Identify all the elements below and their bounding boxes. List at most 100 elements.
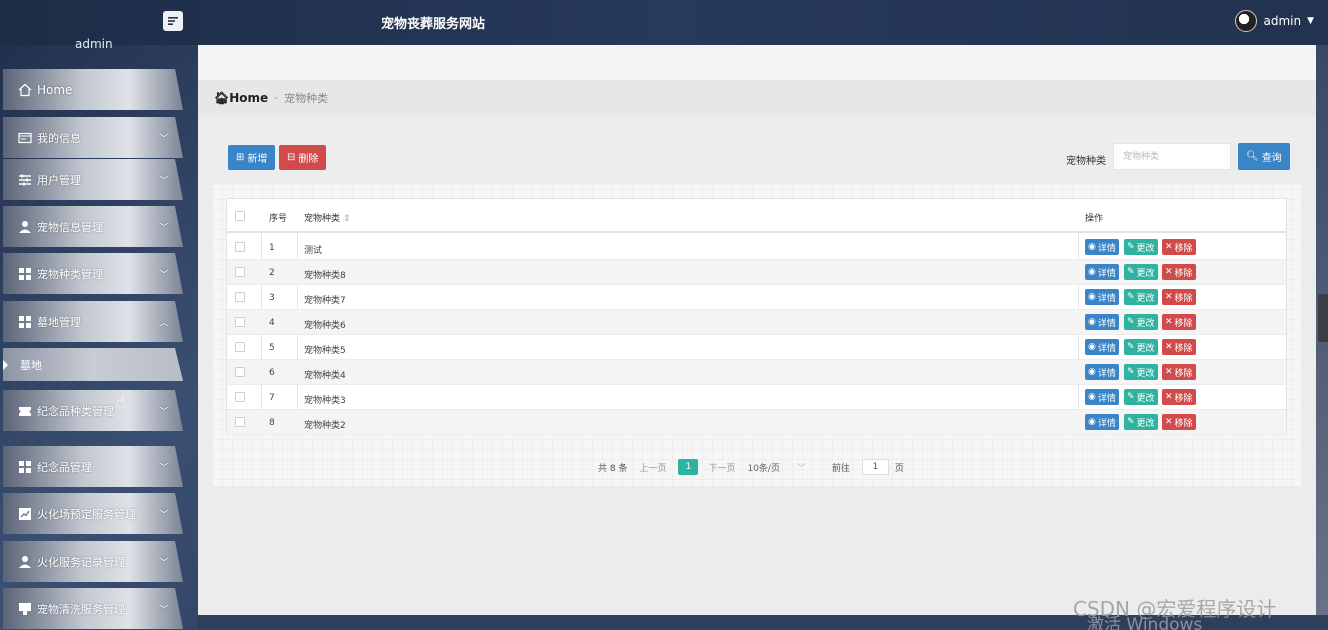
sidebar-item-pet-info[interactable]: 宠物信息管理 ﹀	[3, 206, 183, 247]
sidebar-item-users[interactable]: 用户管理 ﹀	[3, 159, 183, 200]
edit-icon: ✎	[1127, 292, 1135, 302]
detail-button[interactable]: ◉ 详情	[1085, 239, 1119, 255]
sidebar-item-pet-washing[interactable]: 宠物清洗服务管理 ﹀	[3, 588, 183, 629]
table-row: 5 宠物种类5 ◉ 详情 ✎ 更改 ✕ 移除	[227, 335, 1286, 360]
edit-button[interactable]: ✎ 更改	[1124, 414, 1158, 430]
sidebar-username: admin	[75, 37, 113, 49]
chevron-down-icon: ﹀	[159, 463, 169, 474]
sidebar-item-cemetery[interactable]: 墓地管理 ︿	[3, 301, 183, 342]
detail-button[interactable]: ◉ 详情	[1085, 289, 1119, 305]
row-checkbox[interactable]	[235, 367, 245, 377]
close-icon: ✕	[1165, 317, 1173, 327]
table-row: 1 测试 ◉ 详情 ✎ 更改 ✕ 移除	[227, 235, 1286, 260]
prev-page-button[interactable]: 上一页	[639, 461, 666, 474]
toolbar: ⊞ 新增 ⊟ 删除 宠物种类 🔍︎ 查询	[212, 129, 1301, 185]
edit-button[interactable]: ✎ 更改	[1124, 314, 1158, 330]
edit-button[interactable]: ✎ 更改	[1124, 364, 1158, 380]
sidebar-item-my-info[interactable]: 我的信息 ﹀	[3, 117, 183, 158]
page-1-button[interactable]: 1	[678, 459, 699, 475]
detail-button[interactable]: ◉ 详情	[1085, 364, 1119, 380]
detail-button[interactable]: ◉ 详情	[1085, 339, 1119, 355]
data-table: 序号 宠物种类 ⇕ 操作 1 测试 ◉ 详情 ✎ 更改 ✕ 移除 2 宠物种类8 ◉ 详情 ✎ 更改 ✕ 移除…	[226, 198, 1287, 435]
edit-button[interactable]: ✎ 更改	[1124, 239, 1158, 255]
eye-icon: ◉	[1088, 367, 1096, 377]
sidebar-item-home[interactable]: Home	[3, 69, 183, 110]
remove-button[interactable]: ✕ 移除	[1162, 314, 1196, 330]
row-checkbox[interactable]	[235, 342, 245, 352]
sidebar-item-souvenir[interactable]: 纪念品管理 ﹀	[3, 446, 183, 487]
sidebar-item-label: Home	[37, 82, 73, 97]
eye-icon: ◉	[1088, 392, 1096, 402]
remove-button[interactable]: ✕ 移除	[1162, 364, 1196, 380]
scrollbar-thumb[interactable]	[1318, 294, 1328, 342]
chevron-down-icon: ﹀	[159, 407, 169, 418]
sidebar-subitem-cemetery[interactable]: 墓地	[3, 348, 183, 381]
page-size-select[interactable]: 10条/页 ﹀	[747, 461, 805, 474]
delete-button[interactable]: ⊟ 删除	[279, 145, 327, 170]
grid-icon	[17, 315, 33, 329]
sidebar-item-pet-type[interactable]: 宠物种类管理 ﹀	[3, 253, 183, 294]
header-type[interactable]: 宠物种类 ⇕	[304, 211, 350, 224]
edit-icon: ✎	[1127, 267, 1135, 277]
sidebar-item-souvenir-type[interactable]: 纪念品种类管理 ﹀	[3, 390, 183, 431]
detail-button[interactable]: ◉ 详情	[1085, 414, 1119, 430]
eye-icon: ◉	[1088, 317, 1096, 327]
sidebar-item-crematorium-booking[interactable]: 火化场预定服务管理 ﹀	[3, 493, 183, 534]
detail-button[interactable]: ◉ 详情	[1085, 264, 1119, 280]
eye-icon: ◉	[1088, 342, 1096, 352]
remove-button[interactable]: ✕ 移除	[1162, 414, 1196, 430]
next-page-button[interactable]: 下一页	[708, 461, 735, 474]
grid-icon	[17, 267, 33, 281]
avatar[interactable]	[1235, 10, 1258, 32]
eye-icon: ◉	[1088, 417, 1096, 427]
sidebar-item-label: 纪念品管理	[37, 460, 92, 474]
username-label[interactable]: admin	[1263, 14, 1301, 28]
ticket-icon	[17, 404, 33, 418]
remove-button[interactable]: ✕ 移除	[1162, 289, 1196, 305]
sidebar-item-cremation-records[interactable]: 火化服务记录管理 ﹀	[3, 541, 183, 582]
plus-square-icon: ⊞	[236, 152, 245, 163]
breadcrumb-home[interactable]: 🏠︎Home	[214, 91, 268, 105]
menu-toggle-button[interactable]	[163, 11, 183, 31]
select-all-checkbox[interactable]	[235, 211, 245, 221]
goto-page-input[interactable]: 1	[861, 459, 889, 475]
row-checkbox[interactable]	[235, 267, 245, 277]
remove-button[interactable]: ✕ 移除	[1162, 264, 1196, 280]
remove-button[interactable]: ✕ 移除	[1162, 339, 1196, 355]
caret-down-icon[interactable]: ▼	[1307, 16, 1314, 26]
cell-index: 2	[269, 268, 275, 278]
sidebar-subitem-label: 墓地	[20, 358, 42, 372]
detail-button[interactable]: ◉ 详情	[1085, 389, 1119, 405]
row-checkbox[interactable]	[235, 392, 245, 402]
close-icon: ✕	[1165, 267, 1173, 277]
remove-button[interactable]: ✕ 移除	[1162, 239, 1196, 255]
edit-button[interactable]: ✎ 更改	[1124, 289, 1158, 305]
cell-type: 宠物种类4	[304, 371, 346, 381]
row-checkbox[interactable]	[235, 417, 245, 427]
row-checkbox[interactable]	[235, 317, 245, 327]
menu-icon	[168, 17, 178, 25]
sidebar-item-label: 火化服务记录管理	[37, 555, 125, 569]
row-checkbox[interactable]	[235, 242, 245, 252]
edit-button[interactable]: ✎ 更改	[1124, 264, 1158, 280]
comment-icon	[17, 602, 33, 616]
search-button[interactable]: 🔍︎ 查询	[1238, 143, 1290, 170]
table-row: 4 宠物种类6 ◉ 详情 ✎ 更改 ✕ 移除	[227, 310, 1286, 335]
breadcrumb: 🏠︎Home - 宠物种类	[198, 80, 1316, 115]
edit-button[interactable]: ✎ 更改	[1124, 389, 1158, 405]
row-checkbox[interactable]	[235, 292, 245, 302]
top-bar: 宠物丧葬服务网站 admin ▼	[0, 0, 1328, 45]
edit-button[interactable]: ✎ 更改	[1124, 339, 1158, 355]
cell-index: 4	[269, 318, 275, 328]
user-menu[interactable]: admin ▼	[1235, 10, 1314, 32]
chevron-down-icon: ﹀	[159, 510, 169, 521]
sidebar-item-label: 我的信息	[37, 131, 81, 145]
sidebar-item-label: 用户管理	[37, 173, 81, 187]
detail-button[interactable]: ◉ 详情	[1085, 314, 1119, 330]
remove-button[interactable]: ✕ 移除	[1162, 389, 1196, 405]
edit-icon: ✎	[1127, 242, 1135, 252]
chart-icon	[17, 507, 33, 521]
search-input[interactable]	[1113, 143, 1231, 170]
add-button[interactable]: ⊞ 新增	[228, 145, 276, 170]
sidebar-item-label: 宠物种类管理	[37, 267, 103, 281]
